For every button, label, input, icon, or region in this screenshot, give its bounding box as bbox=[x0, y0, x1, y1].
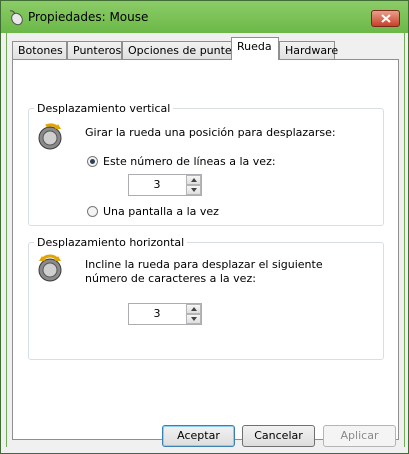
lines-value[interactable]: 3 bbox=[129, 175, 185, 195]
chars-up-button[interactable] bbox=[186, 304, 201, 314]
ok-button[interactable]: Aceptar bbox=[162, 425, 235, 447]
vertical-instruction: Girar la rueda una posición para desplaz… bbox=[85, 126, 336, 139]
window-title: Propiedades: Mouse bbox=[28, 10, 149, 24]
mouse-icon bbox=[7, 8, 25, 26]
up-arrow-icon bbox=[191, 178, 197, 182]
horizontal-group-title: Desplazamiento horizontal bbox=[34, 236, 188, 249]
rueda-tab-panel: Desplazamiento vertical Girar la rueda u… bbox=[12, 59, 399, 440]
lines-radio[interactable] bbox=[87, 156, 98, 167]
mouse-properties-window: Propiedades: Mouse Botones Punteros Opci… bbox=[0, 0, 409, 454]
mouse-wheel-icon bbox=[36, 252, 66, 284]
vertical-group-title: Desplazamiento vertical bbox=[34, 102, 174, 115]
page-radio[interactable] bbox=[87, 206, 98, 217]
tab-opciones-de-puntero[interactable]: Opciones de puntero bbox=[122, 41, 243, 59]
mouse-wheel-icon bbox=[36, 120, 66, 152]
lines-down-button[interactable] bbox=[186, 185, 201, 195]
cancel-button[interactable]: Cancelar bbox=[242, 425, 315, 447]
close-icon bbox=[381, 14, 391, 23]
title-bar[interactable]: Propiedades: Mouse bbox=[1, 1, 408, 33]
down-arrow-icon bbox=[191, 317, 197, 321]
horizontal-instruction-line1: Incline la rueda para desplazar el sigui… bbox=[85, 258, 323, 271]
horizontal-instruction-line2: número de caracteres a la vez: bbox=[85, 272, 256, 285]
lines-spinner[interactable]: 3 bbox=[128, 174, 202, 196]
apply-button[interactable]: Aplicar bbox=[323, 425, 396, 447]
dialog-client: Botones Punteros Opciones de puntero Rue… bbox=[6, 33, 405, 447]
chars-value[interactable]: 3 bbox=[129, 304, 185, 324]
close-button[interactable] bbox=[371, 10, 400, 27]
tab-botones[interactable]: Botones bbox=[12, 41, 67, 59]
page-radio-label[interactable]: Una pantalla a la vez bbox=[103, 205, 219, 218]
lines-up-button[interactable] bbox=[186, 175, 201, 185]
tab-rueda[interactable]: Rueda bbox=[231, 37, 279, 60]
tab-punteros[interactable]: Punteros bbox=[67, 41, 122, 59]
chars-spinner[interactable]: 3 bbox=[128, 303, 202, 325]
up-arrow-icon bbox=[191, 307, 197, 311]
chars-down-button[interactable] bbox=[186, 314, 201, 324]
tab-hardware[interactable]: Hardware bbox=[279, 41, 338, 59]
lines-radio-label[interactable]: Este número de líneas a la vez: bbox=[103, 155, 276, 168]
down-arrow-icon bbox=[191, 188, 197, 192]
